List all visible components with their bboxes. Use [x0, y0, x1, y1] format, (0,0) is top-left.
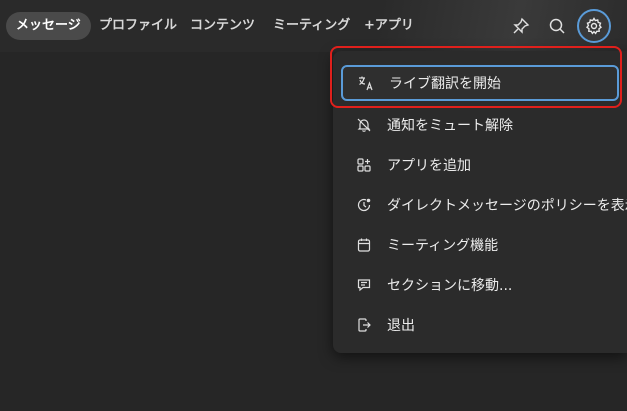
tab-add-app[interactable]: +アプリ [364, 12, 414, 40]
menu-item-unmute-notifications[interactable]: 通知をミュート解除 [341, 107, 619, 143]
highlight-annotation-box [330, 46, 622, 108]
search-button[interactable] [542, 11, 572, 41]
top-nav-bar: メッセージ プロファイル コンテンツ ミーティング +アプリ [0, 0, 627, 52]
exit-icon [355, 316, 373, 334]
tab-messages[interactable]: メッセージ [6, 12, 91, 40]
calendar-icon [355, 236, 373, 254]
gear-icon [586, 17, 602, 35]
pin-icon [513, 17, 530, 34]
menu-item-add-app[interactable]: アプリを追加 [341, 147, 619, 183]
menu-item-meeting-features[interactable]: ミーティング機能 [341, 227, 619, 263]
menu-item-leave[interactable]: 退出 [341, 307, 619, 343]
menu-item-label: セクションに移動... [387, 278, 513, 294]
add-app-icon [355, 156, 373, 174]
tab-content[interactable]: コンテンツ [190, 12, 255, 40]
menu-item-label: ダイレクトメッセージのポリシーを表示 [387, 198, 627, 214]
menu-item-label: 通知をミュート解除 [387, 118, 513, 134]
tab-profile[interactable]: プロファイル [99, 12, 177, 40]
menu-item-label: 退出 [387, 318, 415, 334]
search-icon [549, 18, 565, 34]
settings-button[interactable] [577, 9, 611, 43]
menu-item-view-dm-policy[interactable]: ダイレクトメッセージのポリシーを表示 [341, 187, 627, 223]
section-icon [355, 276, 373, 294]
menu-item-go-to-section[interactable]: セクションに移動... [341, 267, 619, 303]
pin-button[interactable] [506, 11, 536, 41]
bell-off-icon [355, 116, 373, 134]
menu-item-label: アプリを追加 [387, 158, 471, 174]
tab-meetings[interactable]: ミーティング [273, 12, 350, 40]
menu-item-label: ミーティング機能 [387, 238, 499, 254]
policy-icon [355, 196, 373, 214]
